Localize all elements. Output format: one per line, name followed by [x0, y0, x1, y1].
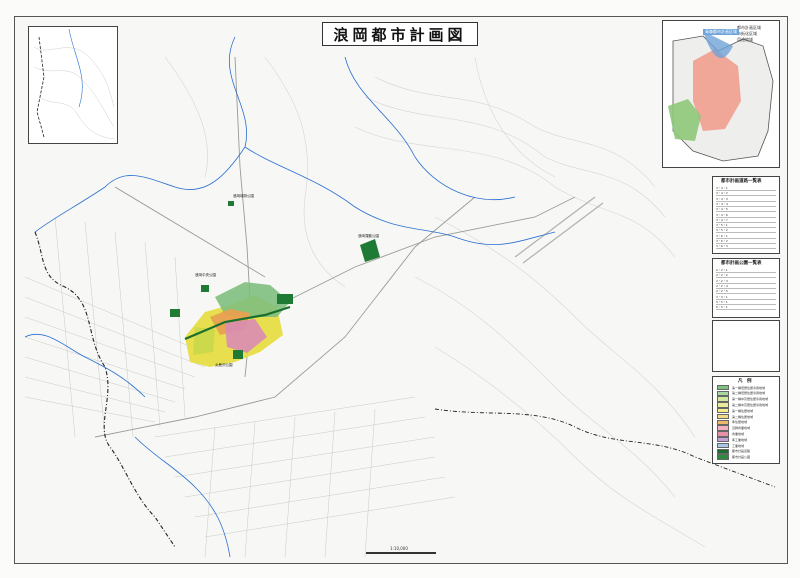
scale-bar	[366, 552, 436, 554]
table-row: 3・3・1	[716, 295, 776, 300]
legend-label: 工業地域	[732, 443, 745, 448]
table-row: 2・2・4	[716, 284, 776, 289]
park-table: 都市計画公園一覧表 2・2・1 2・2・2 2・2・3 2・2・4 2・2・5 3・3・1…	[712, 258, 780, 318]
legend-swatch	[717, 384, 729, 391]
table-row: 2・2・2	[716, 273, 776, 279]
place-label: 女鹿沢公園	[215, 363, 233, 367]
table-row: 3・5・1	[716, 223, 776, 229]
legend-item: 第一種低層住居専用地域	[717, 384, 766, 391]
park	[360, 239, 380, 262]
legend-swatch	[717, 396, 729, 402]
legend-swatch	[717, 442, 729, 449]
legend-label: 商業地域	[732, 431, 745, 436]
table-row: 3・6・1	[716, 234, 776, 239]
table-row: 2・2・5	[716, 289, 776, 295]
park-table-title: 都市計画公園一覧表	[721, 261, 762, 266]
map-sheet: 浪岡城跡公園 浪岡中央公園 浪岡運動公園 女鹿沢公園 浪岡都市計画図 都市計画区…	[0, 0, 800, 578]
legend-item: 第二種低層住居専用地域	[717, 390, 766, 397]
table-row: 3・4・2	[716, 191, 776, 197]
legend-item: 準住居地域	[717, 419, 748, 426]
inset-map	[28, 26, 118, 144]
table-row: 3・4・3	[716, 197, 776, 202]
road-table: 都市計画道路一覧表 3・4・1 3・4・2 3・4・3 3・4・4 3・4・5 3・4・6…	[712, 176, 780, 254]
legend-item: 第一種中高層住居専用地域	[717, 396, 769, 402]
notes-box	[712, 320, 780, 372]
legend-item: 第二種中高層住居専用地域	[717, 402, 769, 408]
legend-item: 都市計画道路	[717, 448, 751, 455]
map-title: 浪岡都市計画図	[322, 22, 478, 46]
road-table-title: 都市計画道路一覧表	[721, 179, 762, 184]
locator-legend-item: 用途地域	[737, 37, 753, 42]
table-row: 3・5・2	[716, 228, 776, 234]
legend-item: 都市計画公園	[717, 454, 751, 460]
legend-label: 都市計画道路	[732, 449, 751, 454]
legend-swatch	[717, 419, 729, 426]
park	[228, 201, 234, 206]
scale-label: 1:10,000	[390, 546, 408, 551]
legend-label: 準住居地域	[732, 420, 748, 425]
legend-swatch	[717, 431, 729, 437]
legend-swatch	[717, 413, 729, 420]
park	[201, 285, 209, 292]
legend-swatch	[717, 407, 729, 414]
table-row: 6・5・1	[716, 305, 776, 311]
legend-item: 第二種住居地域	[717, 413, 754, 420]
table-row: 5・5・1	[716, 300, 776, 305]
legend-item: 商業地域	[717, 431, 745, 437]
table-row: 3・6・3	[716, 244, 776, 250]
legend-label: 第一種中高層住居専用地域	[732, 397, 769, 402]
legend-swatch	[717, 436, 729, 443]
legend-item: 準工業地域	[717, 436, 748, 443]
place-label: 浪岡城跡公園	[233, 194, 254, 198]
legend-label: 準工業地域	[732, 437, 748, 442]
legend-label: 近隣商業地域	[732, 426, 751, 431]
legend-swatch	[717, 448, 729, 455]
legend-label: 第二種住居地域	[732, 414, 754, 419]
table-row: 3・4・6	[716, 213, 776, 218]
table-row: 3・4・4	[716, 202, 776, 207]
table-row: 3・6・2	[716, 239, 776, 244]
table-row: 2・2・1	[716, 268, 776, 273]
legend-swatch	[717, 390, 729, 397]
legend-swatch	[717, 402, 729, 408]
table-row: 3・4・7	[716, 218, 776, 223]
park	[170, 309, 180, 317]
legend-label: 都市計画公園	[732, 455, 751, 460]
legend-box: 凡 例 第一種低層住居専用地域 第二種低層住居専用地域 第一種中高層住居専用地域 第二…	[712, 376, 780, 464]
locator-label: 青森都市計画区域	[703, 29, 739, 35]
table-row: 3・4・5	[716, 207, 776, 213]
table-row: 2・2・3	[716, 279, 776, 284]
legend-label: 第二種低層住居専用地域	[732, 391, 766, 396]
park	[233, 350, 243, 359]
legend-label: 第一種低層住居専用地域	[732, 385, 766, 390]
legend-label: 第二種中高層住居専用地域	[732, 402, 769, 407]
legend-title: 凡 例	[738, 379, 752, 384]
locator-map: 都市計画区域 市街化区域 用途地域 青森都市計画区域	[662, 20, 780, 168]
legend-label: 第一種住居地域	[732, 408, 754, 413]
place-label: 浪岡中央公園	[195, 273, 216, 277]
park	[277, 294, 293, 304]
legend-swatch	[717, 425, 729, 431]
legend-swatch	[717, 454, 729, 460]
legend-item: 近隣商業地域	[717, 425, 751, 431]
table-row: 3・4・1	[716, 186, 776, 191]
legend-item: 第一種住居地域	[717, 407, 754, 414]
place-label: 浪岡運動公園	[358, 234, 379, 238]
legend-item: 工業地域	[717, 442, 745, 449]
